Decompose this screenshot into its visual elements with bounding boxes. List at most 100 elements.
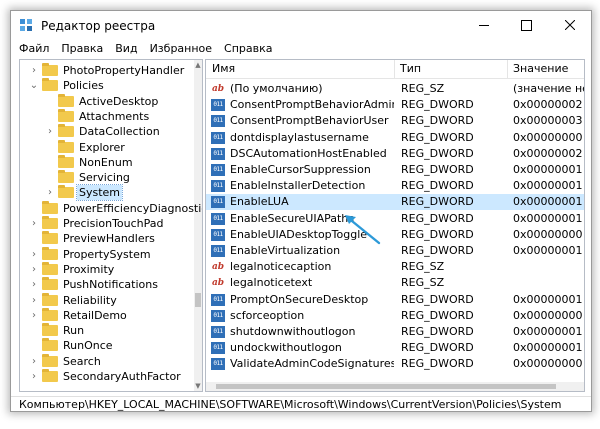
maximize-button[interactable] [505,11,547,39]
scroll-up-arrow-icon[interactable]: ▲ [194,60,202,70]
tree-item-label: SecondaryAuthFactor [63,370,181,383]
value-row[interactable]: 011 ValidateAdminCodeSignatures REG_DWORD 0… [206,356,584,372]
value-type: REG_DWORD [401,244,474,257]
value-name: legalnoticetext [230,276,313,290]
minimize-button[interactable] [463,11,505,39]
value-row[interactable]: 011 DSCAutomationHostEnabled REG_DWORD 0x00… [206,146,584,162]
chevron-right-icon[interactable]: › [29,63,39,78]
tree-item-label: PreviewHandlers [63,232,155,246]
value-row[interactable]: ab legalnoticecaption REG_SZ [206,259,584,275]
title-bar[interactable]: Редактор реестра [11,11,591,39]
chevron-right-icon[interactable]: › [45,185,55,200]
chevron-right-icon[interactable]: › [29,277,39,292]
value-type: REG_DWORD [401,163,474,176]
scroll-down-arrow-icon[interactable]: ▼ [194,381,202,391]
value-type: REG_DWORD [401,98,474,112]
value-row[interactable]: 011 ConsentPromptBehaviorUser REG_DWORD 0x0… [206,113,584,129]
value-row[interactable]: 011 EnableCursorSuppression REG_DWORD 0x000… [206,162,584,178]
value-type: REG_DWORD [401,308,474,322]
value-type: REG_SZ [401,82,445,95]
value-type: REG_DWORD [401,130,474,144]
value-row[interactable]: 011 EnableVirtualization REG_DWORD 0x000000… [206,243,584,259]
value-row[interactable]: 011 EnableUIADesktopToggle REG_DWORD 0x0000… [206,227,584,243]
tree-item-label: PropertySystem [63,247,151,261]
folder-icon [42,338,58,352]
menu-view[interactable]: Вид [109,42,143,55]
dword-value-icon: 011 [211,358,225,371]
value-data: 0x00000002 (2) [513,98,584,112]
chevron-right-icon[interactable]: › [29,262,39,277]
chevron-right-icon[interactable]: › [29,293,39,308]
column-header-name[interactable]: Имя [206,60,395,78]
column-header-type[interactable]: Тип [394,60,508,78]
string-value-icon: ab [211,84,225,94]
chevron-right-icon[interactable]: › [45,124,55,139]
folder-icon [42,78,58,92]
value-type: REG_DWORD [401,146,474,160]
registry-tree[interactable]: ▲ ▼ › PhotoPropertyHandler ⌄ Policies Active… [19,59,203,392]
value-row[interactable]: 011 dontdisplaylastusername REG_DWORD 0x000… [206,130,584,146]
value-name: ConsentPromptBehaviorUser [230,114,389,128]
chevron-right-icon[interactable]: › [29,216,39,231]
column-header-value[interactable]: Значение [507,60,584,78]
dword-value-icon: 011 [211,245,225,257]
list-horizontal-scrollbar[interactable] [206,382,584,391]
folder-icon [42,353,58,367]
folder-icon [42,307,58,321]
folder-icon [58,185,74,199]
chevron-right-icon[interactable]: › [29,247,39,262]
tree-item-label: PushNotifications [63,278,158,292]
value-row[interactable]: 011 undockwithoutlogon REG_DWORD 0x00000001… [206,340,584,356]
tree-item-label: Attachments [79,109,150,123]
value-row[interactable]: 011 scforceoption REG_DWORD 0x00000000 (0) [206,308,584,324]
string-value-icon: ab [211,262,225,273]
folder-icon [58,154,74,168]
value-row[interactable]: 011 EnableInstallerDetection REG_DWORD 0x00… [206,178,584,194]
tree-scrollbar[interactable]: ▲ ▼ [194,60,202,391]
value-type: REG_DWORD [401,325,474,338]
pointer-arrow-icon [345,215,381,245]
value-row[interactable]: 011 ConsentPromptBehaviorAdmin REG_DWORD 0x… [206,97,584,113]
menu-favorites[interactable]: Избранное [144,42,218,55]
value-type: REG_DWORD [401,341,474,355]
value-row[interactable]: 011 EnableSecureUIAPaths REG_DWORD 0x000000… [206,211,584,227]
value-data: 0x00000001 (1) [513,292,584,306]
folder-icon [42,323,58,337]
value-type: REG_DWORD [401,357,474,371]
folder-icon [58,170,74,184]
tree-item-label: System [75,184,124,202]
menu-edit[interactable]: Правка [55,42,109,55]
tree-scroll-thumb[interactable] [195,293,201,307]
menu-help[interactable]: Справка [218,42,278,55]
list-scroll-thumb[interactable] [216,384,556,389]
maximize-icon [520,19,532,31]
value-row[interactable]: ab (По умолчанию) REG_SZ (значение не присв… [206,81,584,97]
registry-editor-icon [20,19,32,31]
value-name: EnableLUA [230,195,289,209]
chevron-right-icon[interactable]: › [29,369,39,384]
value-data: 0x00000002 (2) [513,146,584,160]
menu-bar: Файл Правка Вид Избранное Справка [11,39,591,57]
chevron-right-icon[interactable]: › [29,308,39,323]
value-row[interactable]: 011 EnableLUA REG_DWORD 0x00000001 (1) [206,194,584,211]
values-list[interactable]: Имя Тип Значение ab (По умолчанию) REG_SZ (… [205,59,585,392]
close-button[interactable] [549,11,591,39]
value-row[interactable]: ab legalnoticetext REG_SZ [206,275,584,291]
chevron-down-icon[interactable]: ⌄ [29,78,39,93]
value-row[interactable]: 011 PromptOnSecureDesktop REG_DWORD 0x00000… [206,292,584,308]
tree-item-label: PowerEfficiencyDiagnostic [63,201,203,215]
value-name: shutdownwithoutlogon [230,325,356,338]
value-row[interactable]: 011 shutdownwithoutlogon REG_DWORD 0x000000… [206,324,584,340]
chevron-right-icon[interactable]: › [29,354,39,369]
tree-item-label: Search [63,354,101,368]
value-data: 0x00000001 (1) [513,195,584,209]
tree-item-label: RunOnce [63,339,113,353]
value-data: 0x00000000 (0) [513,130,584,144]
folder-icon [58,93,74,107]
window-title: Редактор реестра [41,19,156,33]
menu-file[interactable]: Файл [13,42,55,55]
